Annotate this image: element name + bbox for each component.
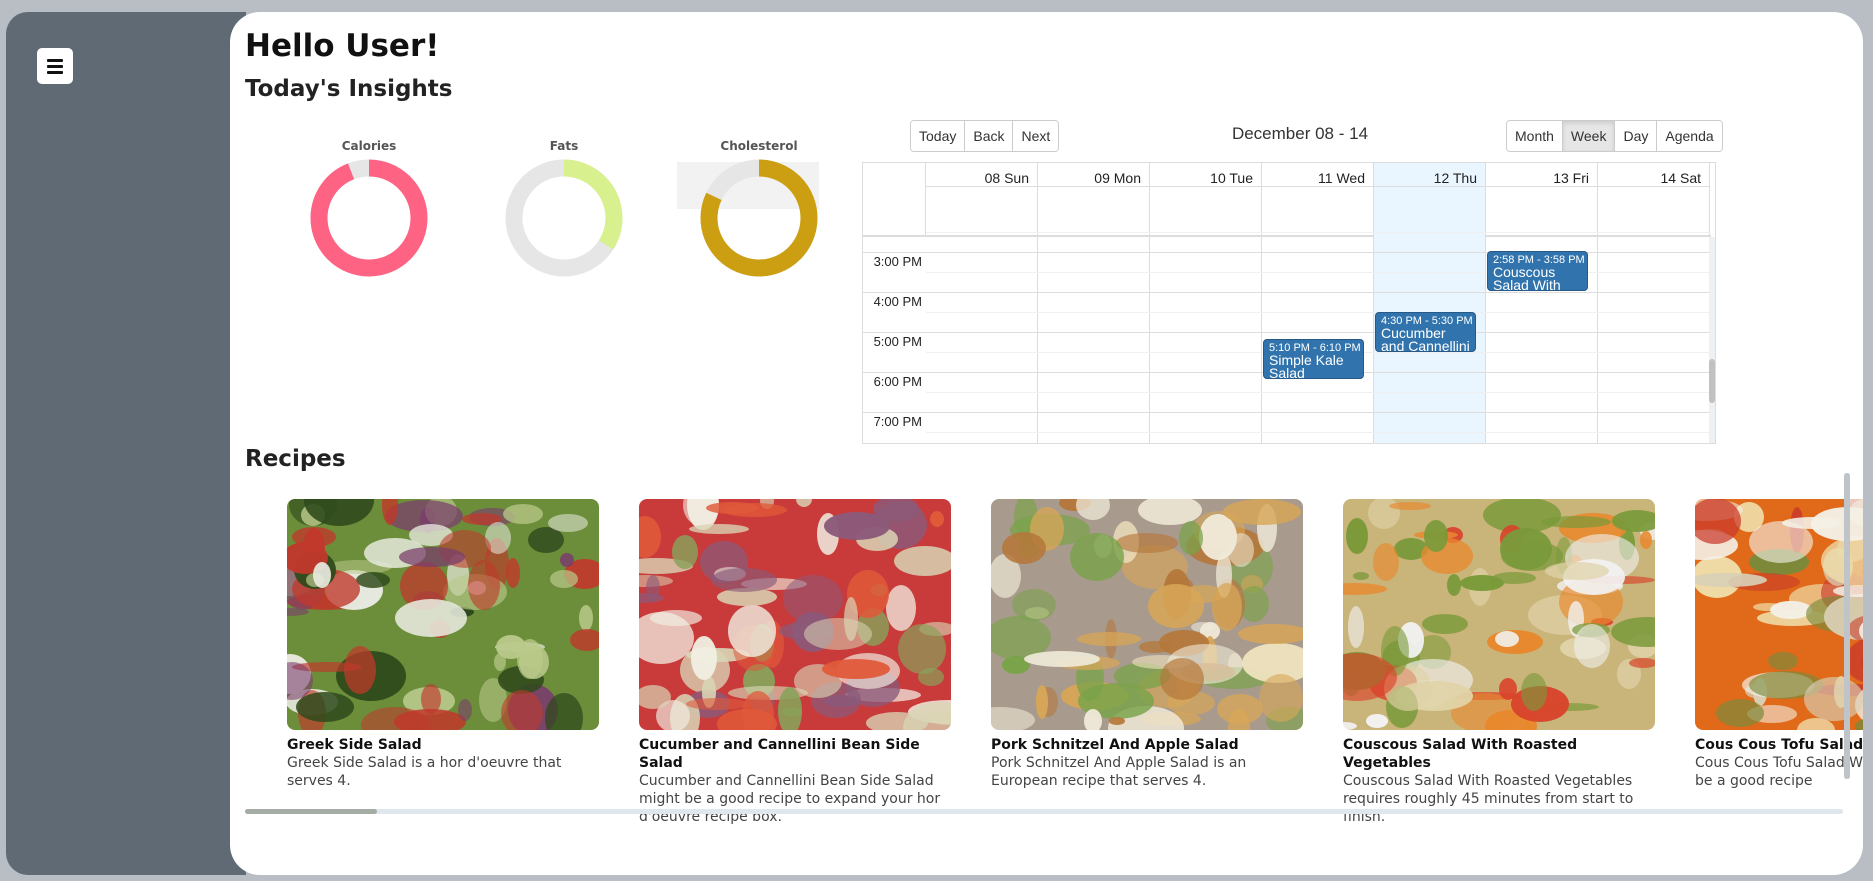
week-calendar: 08 Sun 09 Mon 10 Tue 11 Wed 12 Thu 13 Fri 14 S… xyxy=(862,162,1716,444)
hour-line xyxy=(863,332,1711,333)
recipes-scrollbar-thumb[interactable] xyxy=(245,809,377,814)
all-day-row[interactable] xyxy=(1598,186,1709,187)
half-hour-line xyxy=(926,392,1711,393)
all-day-row[interactable] xyxy=(1150,186,1261,187)
event-title: Simple Kale Salad xyxy=(1269,351,1344,379)
day-name: 14 Sat xyxy=(1660,170,1701,186)
recipe-card[interactable]: Pork Schnitzel And Apple Salad Pork Schni… xyxy=(991,499,1303,790)
day-name: 08 Sun xyxy=(984,170,1029,186)
recipes-title: Recipes xyxy=(245,446,346,472)
recipe-image[interactable] xyxy=(1343,499,1655,730)
recipe-name[interactable]: Cucumber and Cannellini Bean Side Salad xyxy=(639,736,951,772)
donut-chart-0[interactable]: Calories xyxy=(279,136,459,280)
recipe-description: Cucumber and Cannellini Bean Side Salad … xyxy=(639,773,941,825)
recipe-name[interactable]: Couscous Salad With Roasted Vegetables xyxy=(1343,736,1655,772)
page-title: Hello User! xyxy=(245,28,440,64)
day-name: 10 Tue xyxy=(1210,170,1253,186)
recipe-card[interactable]: Couscous Salad With Roasted Vegetables Co… xyxy=(1343,499,1655,826)
calendar-nav-group: Today Back Next xyxy=(910,120,1060,152)
recipe-card[interactable]: Cous Cous Tofu Salad With DressingCous C… xyxy=(1695,499,1863,790)
hour-line xyxy=(863,412,1711,413)
calendar-view-group: Month Week Day Agenda xyxy=(1506,120,1723,152)
day-header[interactable]: 09 Mon xyxy=(1038,163,1150,237)
sidebar xyxy=(6,12,246,875)
time-label: 4:00 PM xyxy=(873,294,922,309)
calendar-event[interactable]: 4:30 PM - 5:30 PM Cucumber and Cannellini… xyxy=(1375,312,1476,352)
donut-chart-2[interactable]: Cholesterol xyxy=(669,136,849,280)
donut-chart-1[interactable]: Fats xyxy=(474,136,654,280)
hamburger-menu-icon[interactable] xyxy=(37,48,73,84)
all-day-row[interactable] xyxy=(1374,186,1485,187)
calendar-event[interactable]: 2:58 PM - 3:58 PMCouscous Salad With Roa… xyxy=(1487,250,1588,291)
insights-title: Today's Insights xyxy=(245,76,453,102)
today-button[interactable]: Today xyxy=(911,121,966,151)
donut-label: Fats xyxy=(549,139,579,153)
next-button[interactable]: Next xyxy=(1013,121,1059,151)
calendar-scrollbar[interactable] xyxy=(1709,237,1715,443)
view-week-button[interactable]: Week xyxy=(1562,121,1616,151)
day-header[interactable]: 11 Wed xyxy=(1262,163,1374,237)
half-hour-line xyxy=(926,312,1711,313)
time-label: 7:00 PM xyxy=(873,414,922,429)
donut-label: Calories xyxy=(341,139,397,153)
recipe-description: Cous Cous Tofu Salad With Dressing might… xyxy=(1695,755,1863,789)
calendar-gutter-header xyxy=(863,163,926,237)
calendar-scroll-thumb[interactable] xyxy=(1709,359,1715,403)
all-day-row[interactable] xyxy=(1038,186,1149,187)
recipe-name[interactable]: Cous Cous Tofu Salad With Dressing xyxy=(1695,736,1863,754)
recipes-scrollbar-track[interactable] xyxy=(245,809,1843,814)
half-hour-line xyxy=(926,232,1711,233)
recipe-card[interactable]: Cucumber and Cannellini Bean Side Salad C… xyxy=(639,499,951,826)
day-name: 12 Thu xyxy=(1433,170,1477,186)
event-title: Couscous Salad With Roasted Vegetables xyxy=(1493,263,1561,291)
donut-arc[interactable] xyxy=(310,159,428,277)
time-label: 5:00 PM xyxy=(873,334,922,349)
all-day-row[interactable] xyxy=(1262,186,1373,187)
recipe-image[interactable] xyxy=(639,499,951,730)
event-title: Cucumber and Cannellini Bean Side Salad xyxy=(1381,325,1470,352)
day-name: 11 Wed xyxy=(1318,170,1365,186)
view-month-button[interactable]: Month xyxy=(1507,121,1563,151)
recipe-description: Couscous Salad With Roasted Vegetables r… xyxy=(1343,773,1634,825)
all-day-row[interactable] xyxy=(1486,186,1597,187)
recipe-image[interactable] xyxy=(287,499,599,730)
day-header[interactable]: 10 Tue xyxy=(1150,163,1262,237)
recipe-description: Pork Schnitzel And Apple Salad is an Eur… xyxy=(991,755,1247,789)
recipe-card[interactable]: Greek Side Salad Greek Side Salad is a ho… xyxy=(287,499,599,790)
time-label: 6:00 PM xyxy=(873,374,922,389)
page-scrollbar-thumb[interactable] xyxy=(1844,473,1850,779)
hour-line xyxy=(863,292,1711,293)
view-day-button[interactable]: Day xyxy=(1615,121,1658,151)
day-name: 09 Mon xyxy=(1094,170,1141,186)
main-panel: Hello User! Today's Insights Calories Fat… xyxy=(230,12,1863,875)
calendar-event[interactable]: 5:10 PM - 6:10 PM Simple Kale Salad xyxy=(1263,338,1364,379)
calendar-header: 08 Sun 09 Mon 10 Tue 11 Wed 12 Thu 13 Fri 14 S… xyxy=(863,163,1711,237)
day-header[interactable]: 12 Thu xyxy=(1374,163,1486,237)
calendar-range-label: December 08 - 14 xyxy=(1231,124,1369,143)
recipe-name[interactable]: Pork Schnitzel And Apple Salad xyxy=(991,736,1303,754)
back-button[interactable]: Back xyxy=(965,121,1014,151)
time-label: 3:00 PM xyxy=(873,254,922,269)
view-agenda-button[interactable]: Agenda xyxy=(1657,121,1722,151)
half-hour-line xyxy=(926,432,1711,433)
recipe-image[interactable] xyxy=(1695,499,1863,730)
day-header[interactable]: 08 Sun xyxy=(926,163,1038,237)
day-header[interactable]: 14 Sat xyxy=(1598,163,1710,237)
day-name: 13 Fri xyxy=(1553,170,1589,186)
all-day-row[interactable] xyxy=(926,186,1037,187)
day-header[interactable]: 13 Fri xyxy=(1486,163,1598,237)
recipe-name[interactable]: Greek Side Salad xyxy=(287,736,599,754)
donut-label: Cholesterol xyxy=(720,139,798,153)
half-hour-line xyxy=(926,272,1711,273)
calendar-time-grid[interactable]: 3:00 PM 4:00 PM 5:00 PM 6:00 PM 7:00 PM 2:58 … xyxy=(863,232,1711,443)
recipe-image[interactable] xyxy=(991,499,1303,730)
recipe-description: Greek Side Salad is a hor d'oeuvre that … xyxy=(287,755,562,789)
